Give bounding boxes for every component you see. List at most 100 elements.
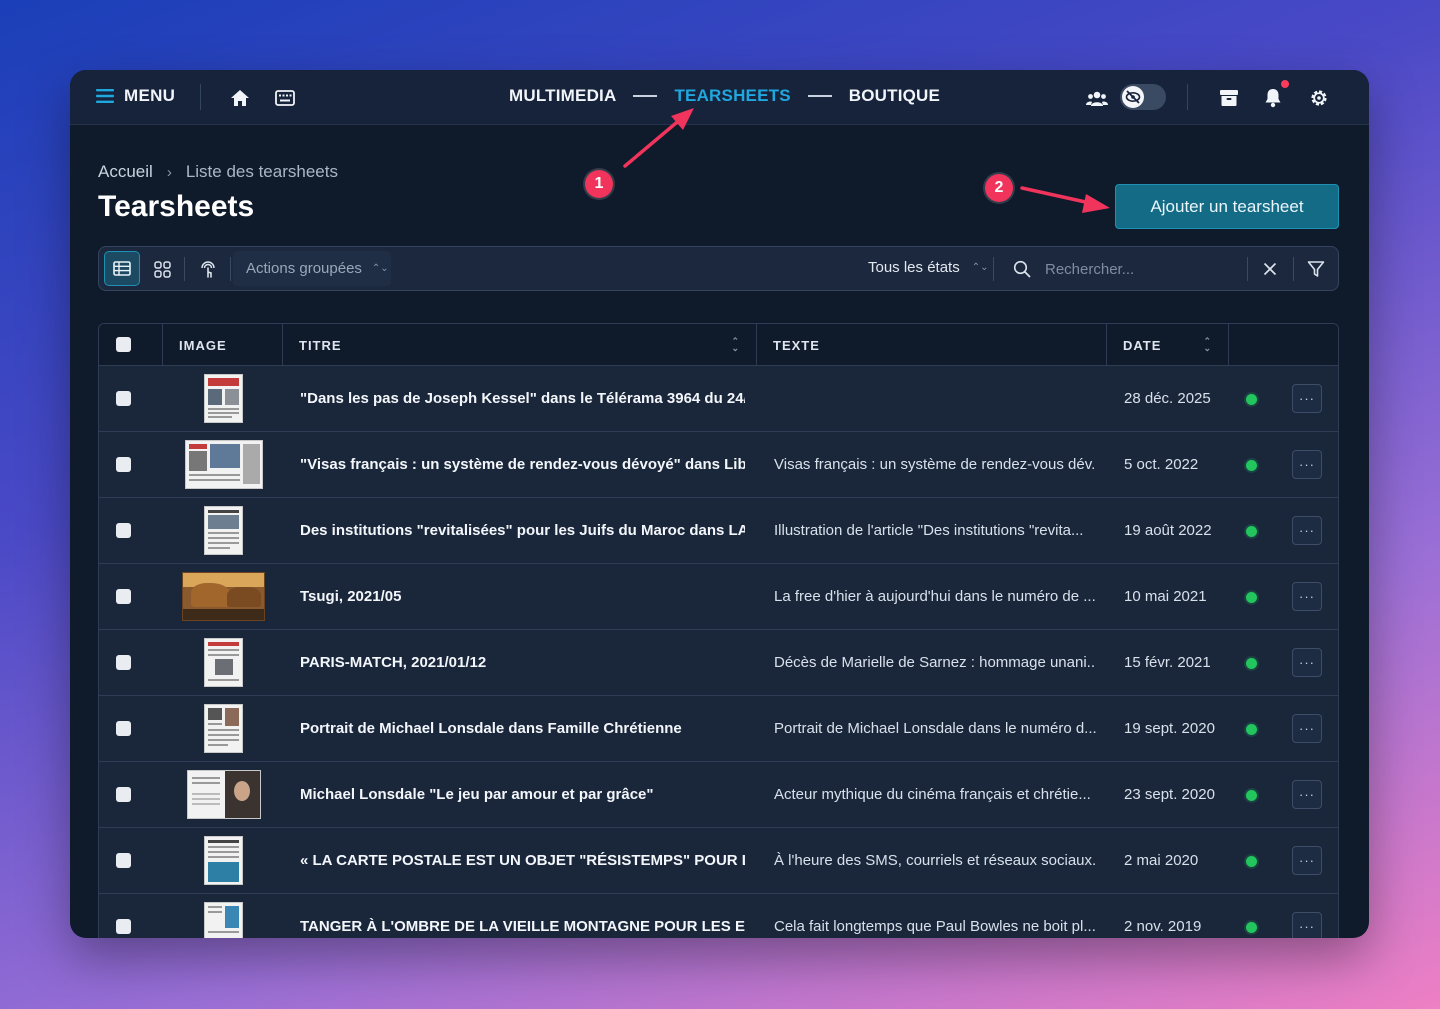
- tearsheet-thumbnail: [187, 770, 261, 819]
- gear-icon[interactable]: [1306, 85, 1332, 111]
- row-checkbox[interactable]: [116, 721, 131, 736]
- row-checkbox[interactable]: [116, 457, 131, 472]
- tearsheet-thumbnail: [204, 506, 243, 555]
- column-actions-header: [1229, 324, 1338, 366]
- search-input[interactable]: [1045, 255, 1240, 283]
- state-filter-select[interactable]: Tous les états ⌃⌄: [868, 259, 988, 276]
- page-title: Tearsheets: [98, 190, 255, 223]
- row-text: La free d'hier à aujourd'hui dans le num…: [774, 588, 1096, 605]
- list-view-button[interactable]: [104, 251, 140, 286]
- status-indicator: [1246, 592, 1257, 603]
- row-date: 19 août 2022: [1124, 522, 1212, 539]
- menu-button[interactable]: MENU: [96, 86, 175, 106]
- row-more-button[interactable]: ···: [1292, 450, 1322, 479]
- state-filter-label: Tous les états: [868, 259, 960, 276]
- row-title[interactable]: Tsugi, 2021/05: [300, 588, 745, 605]
- table-row[interactable]: Michael Lonsdale "Le jeu par amour et pa…: [99, 762, 1338, 828]
- tearsheets-table: IMAGE TITRE ⌃ ⌄ TEXTE DATE ⌃ ⌄ "Dans les…: [98, 323, 1339, 938]
- table-row[interactable]: "Visas français : un système de rendez-v…: [99, 432, 1338, 498]
- users-icon[interactable]: [1084, 85, 1110, 111]
- row-more-button[interactable]: ···: [1292, 582, 1322, 611]
- tearsheet-thumbnail: [204, 902, 243, 938]
- sort-icon: ⌃ ⌄: [731, 336, 740, 353]
- table-row[interactable]: Portrait de Michael Lonsdale dans Famill…: [99, 696, 1338, 762]
- row-text: Visas français : un système de rendez-vo…: [774, 456, 1096, 473]
- row-more-button[interactable]: ···: [1292, 846, 1322, 875]
- column-title-label: TITRE: [299, 337, 342, 353]
- home-icon[interactable]: [227, 85, 253, 111]
- nav-boutique[interactable]: BOUTIQUE: [849, 86, 940, 106]
- keyboard-icon[interactable]: [272, 85, 298, 111]
- row-title[interactable]: Portrait de Michael Lonsdale dans Famill…: [300, 720, 745, 737]
- row-date: 10 mai 2021: [1124, 588, 1207, 605]
- row-title[interactable]: "Visas français : un système de rendez-v…: [300, 456, 745, 473]
- row-checkbox[interactable]: [116, 919, 131, 934]
- bell-icon[interactable]: [1260, 85, 1286, 111]
- table-header: IMAGE TITRE ⌃ ⌄ TEXTE DATE ⌃ ⌄: [99, 324, 1338, 366]
- list-view-icon: [113, 261, 131, 276]
- nav-multimedia[interactable]: MULTIMEDIA: [509, 86, 616, 106]
- row-title[interactable]: TANGER À L'OMBRE DE LA VIEILLE MONTAGNE …: [300, 918, 745, 935]
- row-more-button[interactable]: ···: [1292, 384, 1322, 413]
- table-row[interactable]: « LA CARTE POSTALE EST UN OBJET "RÉSISTE…: [99, 828, 1338, 894]
- select-all-checkbox[interactable]: [116, 337, 131, 352]
- row-title[interactable]: PARIS-MATCH, 2021/01/12: [300, 654, 745, 671]
- column-image-label: IMAGE: [179, 337, 227, 353]
- tearsheet-thumbnail: [182, 572, 265, 621]
- row-checkbox[interactable]: [116, 391, 131, 406]
- annotation-badge-1: 1: [585, 170, 613, 198]
- row-date: 19 sept. 2020: [1124, 720, 1215, 737]
- status-indicator: [1246, 790, 1257, 801]
- row-more-button[interactable]: ···: [1292, 912, 1322, 938]
- row-more-button[interactable]: ···: [1292, 516, 1322, 545]
- row-more-button[interactable]: ···: [1292, 648, 1322, 677]
- bulk-actions-select[interactable]: Actions groupées ⌃⌄: [233, 251, 391, 286]
- table-row[interactable]: "Dans les pas de Joseph Kessel" dans le …: [99, 366, 1338, 432]
- breadcrumb-home[interactable]: Accueil: [98, 162, 153, 182]
- grid-view-icon[interactable]: [149, 256, 175, 282]
- divider: [993, 257, 994, 281]
- status-indicator: [1246, 526, 1257, 537]
- row-date: 23 sept. 2020: [1124, 786, 1215, 803]
- row-text: Portrait de Michael Lonsdale dans le num…: [774, 720, 1096, 737]
- notification-dot: [1280, 79, 1290, 89]
- add-tearsheet-button[interactable]: Ajouter un tearsheet: [1115, 184, 1339, 229]
- row-title[interactable]: Des institutions "revitalisées" pour les…: [300, 522, 745, 539]
- column-date-header[interactable]: DATE ⌃ ⌄: [1107, 324, 1229, 366]
- row-checkbox[interactable]: [116, 853, 131, 868]
- nav-tearsheets[interactable]: TEARSHEETS: [674, 86, 790, 106]
- app-window: MENU MULTIMEDIA TEARSHEETS BOUTIQUE Accu…: [70, 70, 1369, 938]
- select-all-header: [99, 324, 163, 366]
- row-checkbox[interactable]: [116, 523, 131, 538]
- row-title[interactable]: « LA CARTE POSTALE EST UN OBJET "RÉSISTE…: [300, 852, 745, 869]
- row-date: 28 déc. 2025: [1124, 390, 1211, 407]
- top-navigation-bar: MENU MULTIMEDIA TEARSHEETS BOUTIQUE: [70, 70, 1369, 125]
- tearsheet-thumbnail: [185, 440, 263, 489]
- row-title[interactable]: Michael Lonsdale "Le jeu par amour et pa…: [300, 786, 745, 803]
- row-more-button[interactable]: ···: [1292, 780, 1322, 809]
- row-title[interactable]: "Dans les pas de Joseph Kessel" dans le …: [300, 390, 745, 407]
- table-row[interactable]: Tsugi, 2021/05 La free d'hier à aujourd'…: [99, 564, 1338, 630]
- tearsheet-thumbnail: [204, 836, 243, 885]
- row-more-button[interactable]: ···: [1292, 714, 1322, 743]
- chevron-updown-icon: ⌃⌄: [971, 262, 989, 273]
- column-title-header[interactable]: TITRE ⌃ ⌄: [283, 324, 757, 366]
- touch-select-icon[interactable]: [195, 256, 221, 282]
- status-indicator: [1246, 460, 1257, 471]
- table-row[interactable]: TANGER À L'OMBRE DE LA VIEILLE MONTAGNE …: [99, 894, 1338, 938]
- row-checkbox[interactable]: [116, 589, 131, 604]
- visibility-toggle[interactable]: [1120, 84, 1166, 110]
- row-checkbox[interactable]: [116, 787, 131, 802]
- tearsheet-thumbnail: [204, 638, 243, 687]
- table-row[interactable]: Des institutions "revitalisées" pour les…: [99, 498, 1338, 564]
- divider: [1247, 257, 1248, 281]
- filter-icon[interactable]: [1303, 256, 1329, 282]
- row-checkbox[interactable]: [116, 655, 131, 670]
- nav-separator: [633, 95, 658, 97]
- divider: [1293, 257, 1294, 281]
- archive-icon[interactable]: [1216, 85, 1242, 111]
- bulk-actions-label: Actions groupées: [246, 260, 362, 277]
- clear-icon[interactable]: [1257, 256, 1283, 282]
- table-row[interactable]: PARIS-MATCH, 2021/01/12 Décès de Mariell…: [99, 630, 1338, 696]
- menu-icon: [96, 89, 114, 103]
